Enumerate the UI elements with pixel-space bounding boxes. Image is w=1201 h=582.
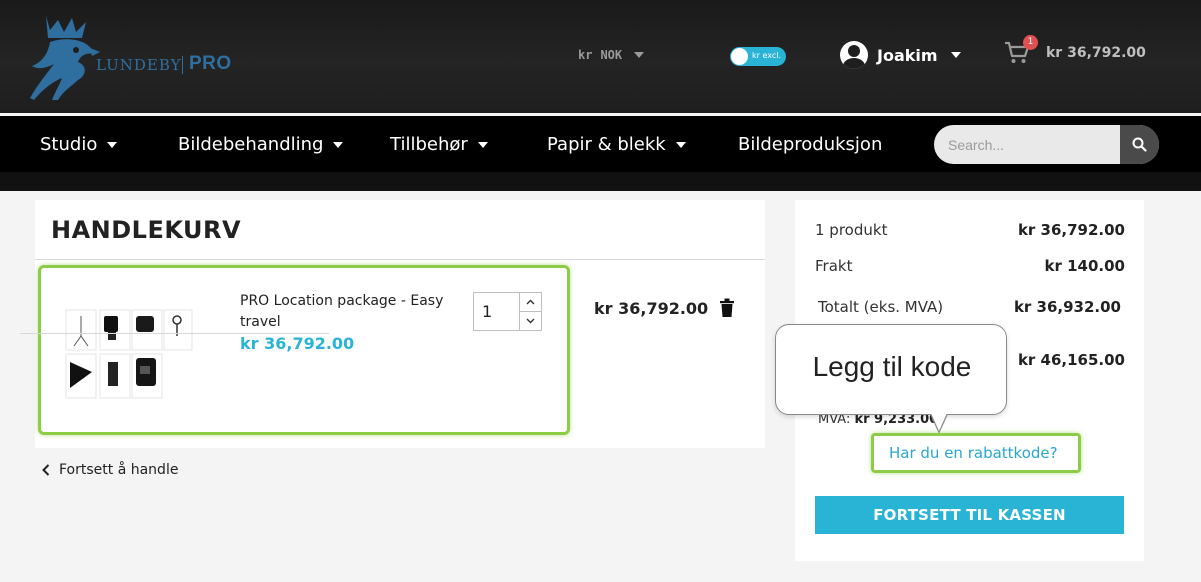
summary-divider: [20, 333, 329, 334]
callout-tail-fill: [931, 413, 947, 431]
chevron-left-icon: [42, 464, 50, 476]
user-name: Joakim: [877, 45, 938, 65]
site-logo[interactable]: LUNDEBY PRO: [28, 10, 248, 105]
user-menu[interactable]: Joakim: [840, 41, 961, 69]
chevron-down-icon: [950, 52, 961, 58]
page-title: HANDLEKURV: [51, 216, 242, 244]
user-avatar-icon: [840, 41, 868, 69]
quantity-increase-button[interactable]: [520, 293, 541, 311]
main-nav: Studio Bildebehandling Tillbehør Papir &…: [0, 116, 1201, 172]
product-name-link[interactable]: PRO Location package - Easy travel: [240, 291, 460, 333]
nav-label: Papir & blekk: [547, 134, 666, 155]
chevron-down-icon: [675, 141, 686, 148]
search-input[interactable]: [934, 125, 1120, 164]
callout-text: Legg til kode: [812, 351, 972, 382]
cart-total: kr 36,792.00: [1046, 45, 1146, 61]
continue-shopping-label: Fortsett å handle: [59, 462, 179, 478]
line-total: kr 36,792.00: [594, 299, 709, 318]
summary-row-products: 1 produkt kr 36,792.00: [815, 221, 1125, 239]
chevron-down-icon: [107, 141, 118, 148]
chevron-down-icon: [634, 52, 645, 58]
divider: [35, 259, 765, 260]
toggle-knob: [731, 48, 748, 65]
summary-label: 1 produkt: [815, 221, 888, 239]
discount-code-link[interactable]: Har du en rabattkode?: [889, 444, 1058, 462]
nav-label: Bildebehandling: [178, 134, 324, 155]
nav-item-papir-blekk[interactable]: Papir & blekk: [547, 134, 686, 155]
summary-value: kr 140.00: [1044, 257, 1125, 275]
nav-item-bildebehandling[interactable]: Bildebehandling: [178, 134, 344, 155]
chevron-down-icon: [333, 141, 344, 148]
quantity-buttons: [519, 293, 541, 330]
callout-tooltip: Legg til kode: [775, 324, 1007, 415]
trash-icon[interactable]: [719, 298, 735, 318]
search-button[interactable]: [1120, 125, 1159, 164]
cart-count-badge: 1: [1023, 35, 1038, 50]
nav-label: Bildeproduksjon: [738, 134, 883, 155]
continue-shopping-link[interactable]: Fortsett å handle: [42, 462, 178, 478]
logo-divider: [182, 56, 183, 74]
logo-wordmark: LUNDEBY: [96, 56, 182, 74]
summary-label: Totalt (eks. MVA): [818, 298, 944, 316]
currency-symbol: kr: [578, 48, 593, 62]
nav-label: Studio: [40, 134, 98, 155]
currency-selector[interactable]: kr NOK: [578, 48, 645, 62]
product-price: kr 36,792.00: [240, 334, 355, 353]
currency-code: NOK: [600, 48, 623, 62]
vat-toggle[interactable]: kr excl.: [730, 47, 786, 66]
summary-row-total-ex-vat: Totalt (eks. MVA) kr 36,932.00: [818, 298, 1121, 316]
chevron-down-icon: [526, 318, 535, 323]
quantity-stepper: 1: [473, 292, 542, 331]
summary-value: kr 36,932.00: [1013, 298, 1121, 316]
search-box: [934, 125, 1159, 164]
chevron-down-icon: [477, 141, 488, 148]
search-icon: [1132, 137, 1147, 152]
nav-label: Tillbehør: [390, 134, 468, 155]
header-bottom-strip: [0, 172, 1201, 191]
summary-value: kr 36,792.00: [1017, 221, 1125, 239]
quantity-decrease-button[interactable]: [520, 311, 541, 329]
summary-label: Frakt: [815, 257, 853, 275]
nav-item-studio[interactable]: Studio: [40, 134, 118, 155]
nav-item-tillbehor[interactable]: Tillbehør: [390, 134, 488, 155]
vat-toggle-label: kr excl.: [752, 51, 782, 60]
quantity-input[interactable]: 1: [482, 302, 492, 321]
site-header: LUNDEBY PRO kr NOK kr excl. Joakim 1 kr …: [0, 0, 1201, 113]
chevron-up-icon: [526, 299, 535, 305]
summary-total-value: kr 46,165.00: [1017, 351, 1125, 369]
nav-item-bildeproduksjon[interactable]: Bildeproduksjon: [738, 134, 882, 155]
logo-pro-wordmark: PRO: [189, 53, 232, 74]
checkout-button[interactable]: FORTSETT TIL KASSEN: [815, 496, 1124, 534]
summary-row-shipping: Frakt kr 140.00: [815, 257, 1125, 275]
product-thumbnail[interactable]: [64, 306, 194, 401]
mini-cart[interactable]: 1 kr 36,792.00: [1004, 35, 1146, 65]
